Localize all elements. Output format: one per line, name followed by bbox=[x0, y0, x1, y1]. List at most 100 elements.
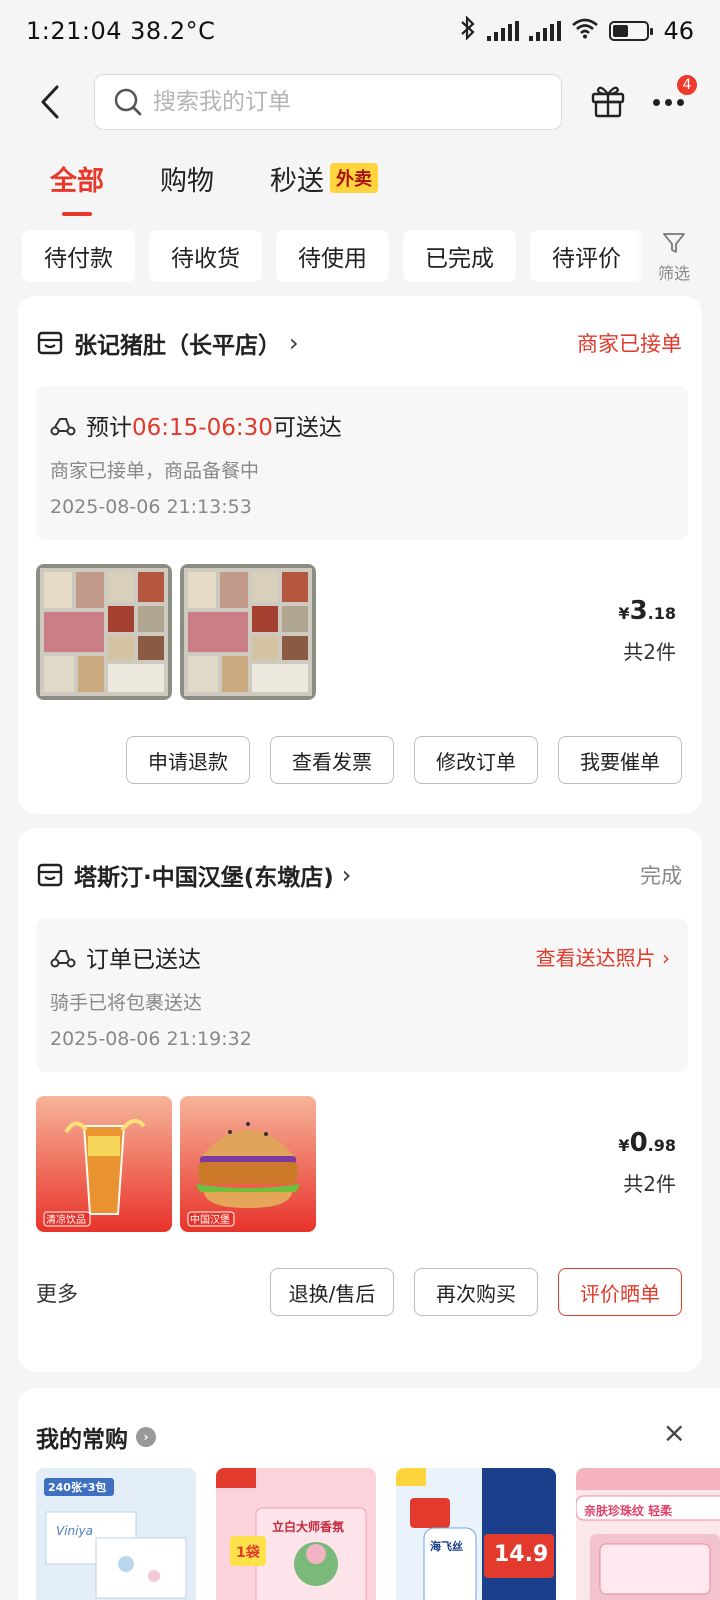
back-button[interactable] bbox=[30, 80, 70, 124]
order-actions: 申请退款 查看发票 修改订单 我要催单 bbox=[126, 736, 682, 784]
review-order-button[interactable]: 评价晒单 bbox=[558, 1268, 682, 1316]
section-title: 我的常购 bbox=[36, 1427, 128, 1453]
filter-chip-pending-payment[interactable]: 待付款 bbox=[22, 230, 135, 282]
shop-name: 张记猪肚（长平店） bbox=[74, 333, 281, 359]
delivered-text: 订单已送达 bbox=[86, 947, 201, 973]
filter-row: 待付款 待收货 待使用 已完成 待评价 筛选 bbox=[0, 230, 720, 290]
shop-row[interactable]: 张记猪肚（长平店） › 商家已接单 bbox=[36, 326, 682, 360]
order-price: ¥0.98 bbox=[618, 1128, 676, 1158]
signal-icon bbox=[487, 21, 520, 41]
modify-order-button[interactable]: 修改订单 bbox=[414, 736, 538, 784]
product-promo: 1袋 bbox=[236, 1545, 260, 1561]
dot bbox=[676, 98, 684, 106]
status-time: 1:21:04 38.2°C bbox=[26, 17, 216, 45]
view-invoice-button[interactable]: 查看发票 bbox=[270, 736, 394, 784]
product-name: 亲肤珍珠纹 轻柔 bbox=[584, 1504, 673, 1518]
product-card[interactable]: 240张*3包 Viniya bbox=[36, 1468, 196, 1600]
tab-all[interactable]: 全部 bbox=[50, 158, 104, 216]
product-promo: 240张*3包 bbox=[48, 1481, 107, 1494]
sub-status: 骑手已将包裹送达 bbox=[50, 992, 203, 1014]
item-image: 中国汉堡 bbox=[180, 1096, 316, 1232]
filter-chip-completed[interactable]: 已完成 bbox=[403, 230, 516, 282]
order-tabs: 全部 购物 秒送 外卖 bbox=[50, 158, 378, 216]
battery-icon bbox=[609, 21, 654, 41]
more-options-link[interactable]: 更多 bbox=[36, 1278, 78, 1308]
order-timestamp: 2025-08-06 21:13:53 bbox=[50, 496, 252, 518]
shop-row[interactable]: 塔斯汀·中国汉堡(东墩店) › 完成 bbox=[36, 858, 682, 892]
info-icon[interactable]: › bbox=[136, 1427, 156, 1447]
buy-again-button[interactable]: 再次购买 bbox=[414, 1268, 538, 1316]
product-name: 立白大师香氛 bbox=[272, 1520, 345, 1534]
shop-icon bbox=[37, 331, 63, 355]
shop-icon bbox=[37, 863, 63, 887]
return-after-sale-button[interactable]: 退换/售后 bbox=[270, 1268, 394, 1316]
chevron-left-icon bbox=[41, 85, 59, 119]
notification-badge: 4 bbox=[676, 74, 698, 96]
frequently-purchased-section: 我的常购 › × 240张*3包 Viniya 1袋 立白大师香氛 14.9 海… bbox=[18, 1388, 720, 1600]
search-input[interactable] bbox=[153, 89, 533, 115]
filter-chip-pending-review[interactable]: 待评价 bbox=[530, 230, 642, 282]
view-delivery-photo-link[interactable]: 查看送达照片 › bbox=[536, 942, 670, 971]
product-card[interactable]: 14.9 海飞丝 bbox=[396, 1468, 556, 1600]
filter-label: 筛选 bbox=[657, 264, 690, 283]
product-name: Viniya bbox=[56, 1524, 93, 1538]
eta-prefix: 预计 bbox=[86, 415, 132, 441]
scooter-icon bbox=[50, 950, 76, 968]
dot bbox=[664, 98, 672, 106]
takeout-tag: 外卖 bbox=[330, 163, 378, 193]
order-timestamp: 2025-08-06 21:19:32 bbox=[50, 1028, 252, 1050]
price-summary: ¥0.98 共2件 bbox=[618, 1128, 676, 1197]
funnel-icon bbox=[663, 233, 685, 253]
order-actions: 退换/售后 再次购买 评价晒单 bbox=[270, 1268, 682, 1316]
chevron-right-icon: › bbox=[662, 946, 670, 970]
gift-icon bbox=[591, 86, 625, 118]
item-count: 共2件 bbox=[623, 1172, 676, 1196]
scooter-icon bbox=[50, 418, 76, 436]
tab-shopping[interactable]: 购物 bbox=[160, 158, 214, 198]
order-status: 商家已接单 bbox=[577, 332, 682, 356]
order-card[interactable]: 张记猪肚（长平店） › 商家已接单 预计06:15-06:30可送达 商家已接单… bbox=[18, 296, 702, 814]
item-thumbnails[interactable] bbox=[36, 564, 316, 700]
urge-order-button[interactable]: 我要催单 bbox=[558, 736, 682, 784]
close-icon[interactable]: × bbox=[663, 1416, 686, 1449]
search-icon bbox=[114, 88, 142, 116]
delivery-info[interactable]: 预计06:15-06:30可送达 商家已接单，商品备餐中 2025-08-06 … bbox=[36, 386, 688, 540]
wifi-icon bbox=[571, 17, 599, 45]
battery-level: 46 bbox=[663, 17, 694, 45]
eta-suffix: 可送达 bbox=[272, 415, 342, 441]
signal-icon-2 bbox=[529, 21, 562, 41]
shop-name: 塔斯汀·中国汉堡(东墩店) bbox=[74, 865, 334, 891]
dot bbox=[652, 98, 660, 106]
request-refund-button[interactable]: 申请退款 bbox=[126, 736, 250, 784]
eta-time: 06:15-06:30 bbox=[132, 415, 273, 441]
filter-chip-pending-use[interactable]: 待使用 bbox=[276, 230, 389, 282]
order-card[interactable]: 塔斯汀·中国汉堡(东墩店) › 完成 订单已送达 查看送达照片 › 骑手已将包裹… bbox=[18, 828, 702, 1372]
filter-chip-pending-receipt[interactable]: 待收货 bbox=[149, 230, 262, 282]
more-menu-button[interactable]: 4 bbox=[648, 74, 698, 122]
chevron-right-icon: › bbox=[289, 329, 299, 357]
bluetooth-icon bbox=[459, 15, 477, 46]
sub-status: 商家已接单，商品备餐中 bbox=[50, 460, 260, 482]
order-status: 完成 bbox=[640, 864, 682, 888]
item-image bbox=[180, 564, 316, 700]
item-tag: 清凉饮品 bbox=[46, 1215, 86, 1226]
filter-button[interactable]: 筛选 bbox=[634, 230, 704, 290]
delivery-info[interactable]: 订单已送达 查看送达照片 › 骑手已将包裹送达 2025-08-06 21:19… bbox=[36, 918, 688, 1072]
order-price: ¥3.18 bbox=[618, 596, 676, 626]
product-name: 海飞丝 bbox=[430, 1540, 463, 1553]
item-thumbnails[interactable]: 清凉饮品 中国汉堡 bbox=[36, 1096, 316, 1232]
item-count: 共2件 bbox=[623, 640, 676, 664]
product-list: 240张*3包 Viniya 1袋 立白大师香氛 14.9 海飞丝 亲肤珍珠纹 … bbox=[36, 1468, 720, 1600]
filter-chips: 待付款 待收货 待使用 已完成 待评价 bbox=[22, 230, 642, 282]
price-summary: ¥3.18 共2件 bbox=[618, 596, 676, 665]
product-card[interactable]: 亲肤珍珠纹 轻柔 bbox=[576, 1468, 720, 1600]
item-image: 清凉饮品 bbox=[36, 1096, 172, 1232]
chevron-right-icon: › bbox=[341, 861, 352, 889]
gift-button[interactable] bbox=[590, 82, 630, 122]
search-box[interactable] bbox=[94, 74, 562, 130]
product-promo: 14.9 bbox=[494, 1542, 549, 1567]
product-card[interactable]: 1袋 立白大师香氛 bbox=[216, 1468, 376, 1600]
status-bar: 1:21:04 38.2°C 46 bbox=[0, 0, 720, 62]
tab-instant-delivery[interactable]: 秒送 外卖 bbox=[270, 158, 378, 198]
header: 4 bbox=[0, 74, 720, 130]
